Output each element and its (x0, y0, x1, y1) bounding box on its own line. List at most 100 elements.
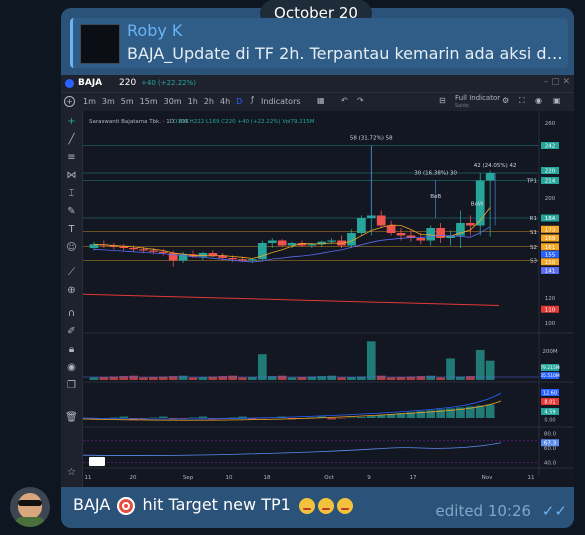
price-axis-label: 214 (545, 179, 556, 185)
rsi-line (82, 442, 502, 456)
osc-bar (139, 418, 148, 419)
volume-bar (149, 376, 158, 380)
candle (129, 248, 138, 250)
osc-bar (188, 417, 198, 419)
time-axis-label: 11 (528, 475, 535, 481)
message-body: hit Target new TP1 (142, 495, 291, 514)
time-axis-label: Sep (183, 475, 194, 481)
volume-bar (89, 377, 99, 380)
level-label-tp1: TP1 (526, 179, 537, 185)
volume-bar (198, 376, 208, 380)
candle (208, 253, 218, 256)
measure-label: 42 (24.05%) 42 (474, 163, 517, 169)
measure-label: 30 (16.38%) 30 (414, 171, 457, 177)
osc-bar (357, 417, 366, 418)
bow-label: BoW (471, 202, 484, 208)
volume-bar (396, 376, 406, 380)
time-axis-label: 20 (130, 475, 137, 481)
price-axis-label: 120 (545, 296, 556, 302)
read-check-icon: ✓✓ (541, 502, 567, 520)
volume-axis-label: 200M (542, 349, 557, 355)
candle (485, 173, 495, 181)
message-sender: BAJA (73, 495, 111, 514)
osc-bar (119, 416, 129, 418)
kissing-face-icon (317, 497, 334, 514)
rsi-axis-label: 60.0 (544, 446, 557, 452)
volume-bar (436, 377, 445, 380)
price-axis-label: 173 (545, 227, 556, 233)
level-label-s3: S3 (530, 259, 537, 265)
message-text: BAJA hit Target new TP1 (73, 495, 353, 515)
osc-bar (485, 404, 495, 418)
avatar[interactable] (10, 487, 50, 527)
osc-axis-label: 12.60 (543, 391, 557, 397)
volume-bar (99, 376, 109, 380)
level-label-r1: R1 (530, 216, 537, 222)
osc-axis-label: 8.01 (544, 400, 555, 406)
volume-bar (366, 341, 376, 380)
measure-label: 58 (31.72%) 58 (350, 136, 393, 142)
edited-time: edited 10:26 (435, 502, 532, 520)
volume-bar (327, 375, 337, 380)
tradingview-logo-icon (89, 457, 105, 466)
ma-long-line (82, 293, 500, 306)
volume-bar (277, 375, 287, 380)
osc-bar (327, 418, 337, 420)
volume-bar (347, 376, 356, 380)
osc-bar (178, 418, 188, 419)
kissing-face-icon (336, 497, 353, 514)
time-axis-label: 17 (410, 475, 417, 481)
time-axis-label: 18 (264, 475, 271, 481)
kissing-face-icon (298, 497, 315, 514)
volume-axis-label: 79.215M (540, 365, 560, 371)
time-axis-label: Oct (324, 475, 334, 481)
price-axis-label: 169 (545, 236, 556, 242)
candle (228, 258, 237, 260)
volume-bar (386, 377, 396, 380)
candle (139, 249, 148, 251)
volume-bar (248, 376, 257, 380)
osc-bar (158, 416, 168, 418)
price-chart[interactable]: Saraswanti Bajatama Tbk. · 1D · IDXO180 … (61, 75, 574, 487)
message-meta: edited 10:26 ✓✓ (436, 502, 567, 520)
chart-screenshot[interactable]: BAJA 220 +40 (+22.22%) – ▢ ✕ + 1m 3m 5m 15m… (61, 75, 574, 487)
volume-bar (139, 377, 148, 380)
time-axis-label: 11 (85, 475, 92, 481)
osc-bar (366, 416, 376, 418)
candle (327, 240, 337, 242)
candle (277, 240, 287, 246)
price-axis-label: 141 (545, 269, 556, 275)
reply-thumbnail (80, 24, 120, 64)
candle (357, 218, 366, 233)
candle (158, 251, 168, 253)
price-axis-label: 220 (545, 169, 556, 175)
osc-bar (238, 416, 247, 418)
volume-bar (257, 354, 267, 380)
volume-bar (129, 375, 138, 380)
candle (307, 244, 317, 246)
price-axis-label: 150 (545, 260, 556, 266)
price-axis-label: 110 (545, 307, 556, 313)
candle (238, 259, 247, 261)
candle (465, 223, 475, 226)
volume-bar (188, 377, 198, 380)
candle (416, 238, 426, 241)
bob-label: BoB (430, 194, 441, 200)
time-axis-label: Nov (482, 475, 493, 481)
price-axis-label: 200 (545, 196, 556, 202)
candle (198, 253, 208, 257)
volume-bar (426, 375, 436, 380)
osc-bar (109, 417, 119, 419)
time-axis-label: 10 (226, 475, 233, 481)
candle (396, 233, 406, 236)
candle (436, 228, 445, 238)
osc-axis-label: 4.59 (544, 410, 555, 416)
price-axis-label: 242 (545, 144, 556, 150)
level-label-s1: S1 (530, 230, 537, 236)
price-axis-label: 100 (545, 321, 556, 327)
target-icon (117, 496, 136, 515)
candle (426, 228, 436, 241)
candle (119, 246, 129, 248)
volume-bar (238, 377, 247, 380)
rsi-axis-label: 80.0 (544, 432, 557, 438)
